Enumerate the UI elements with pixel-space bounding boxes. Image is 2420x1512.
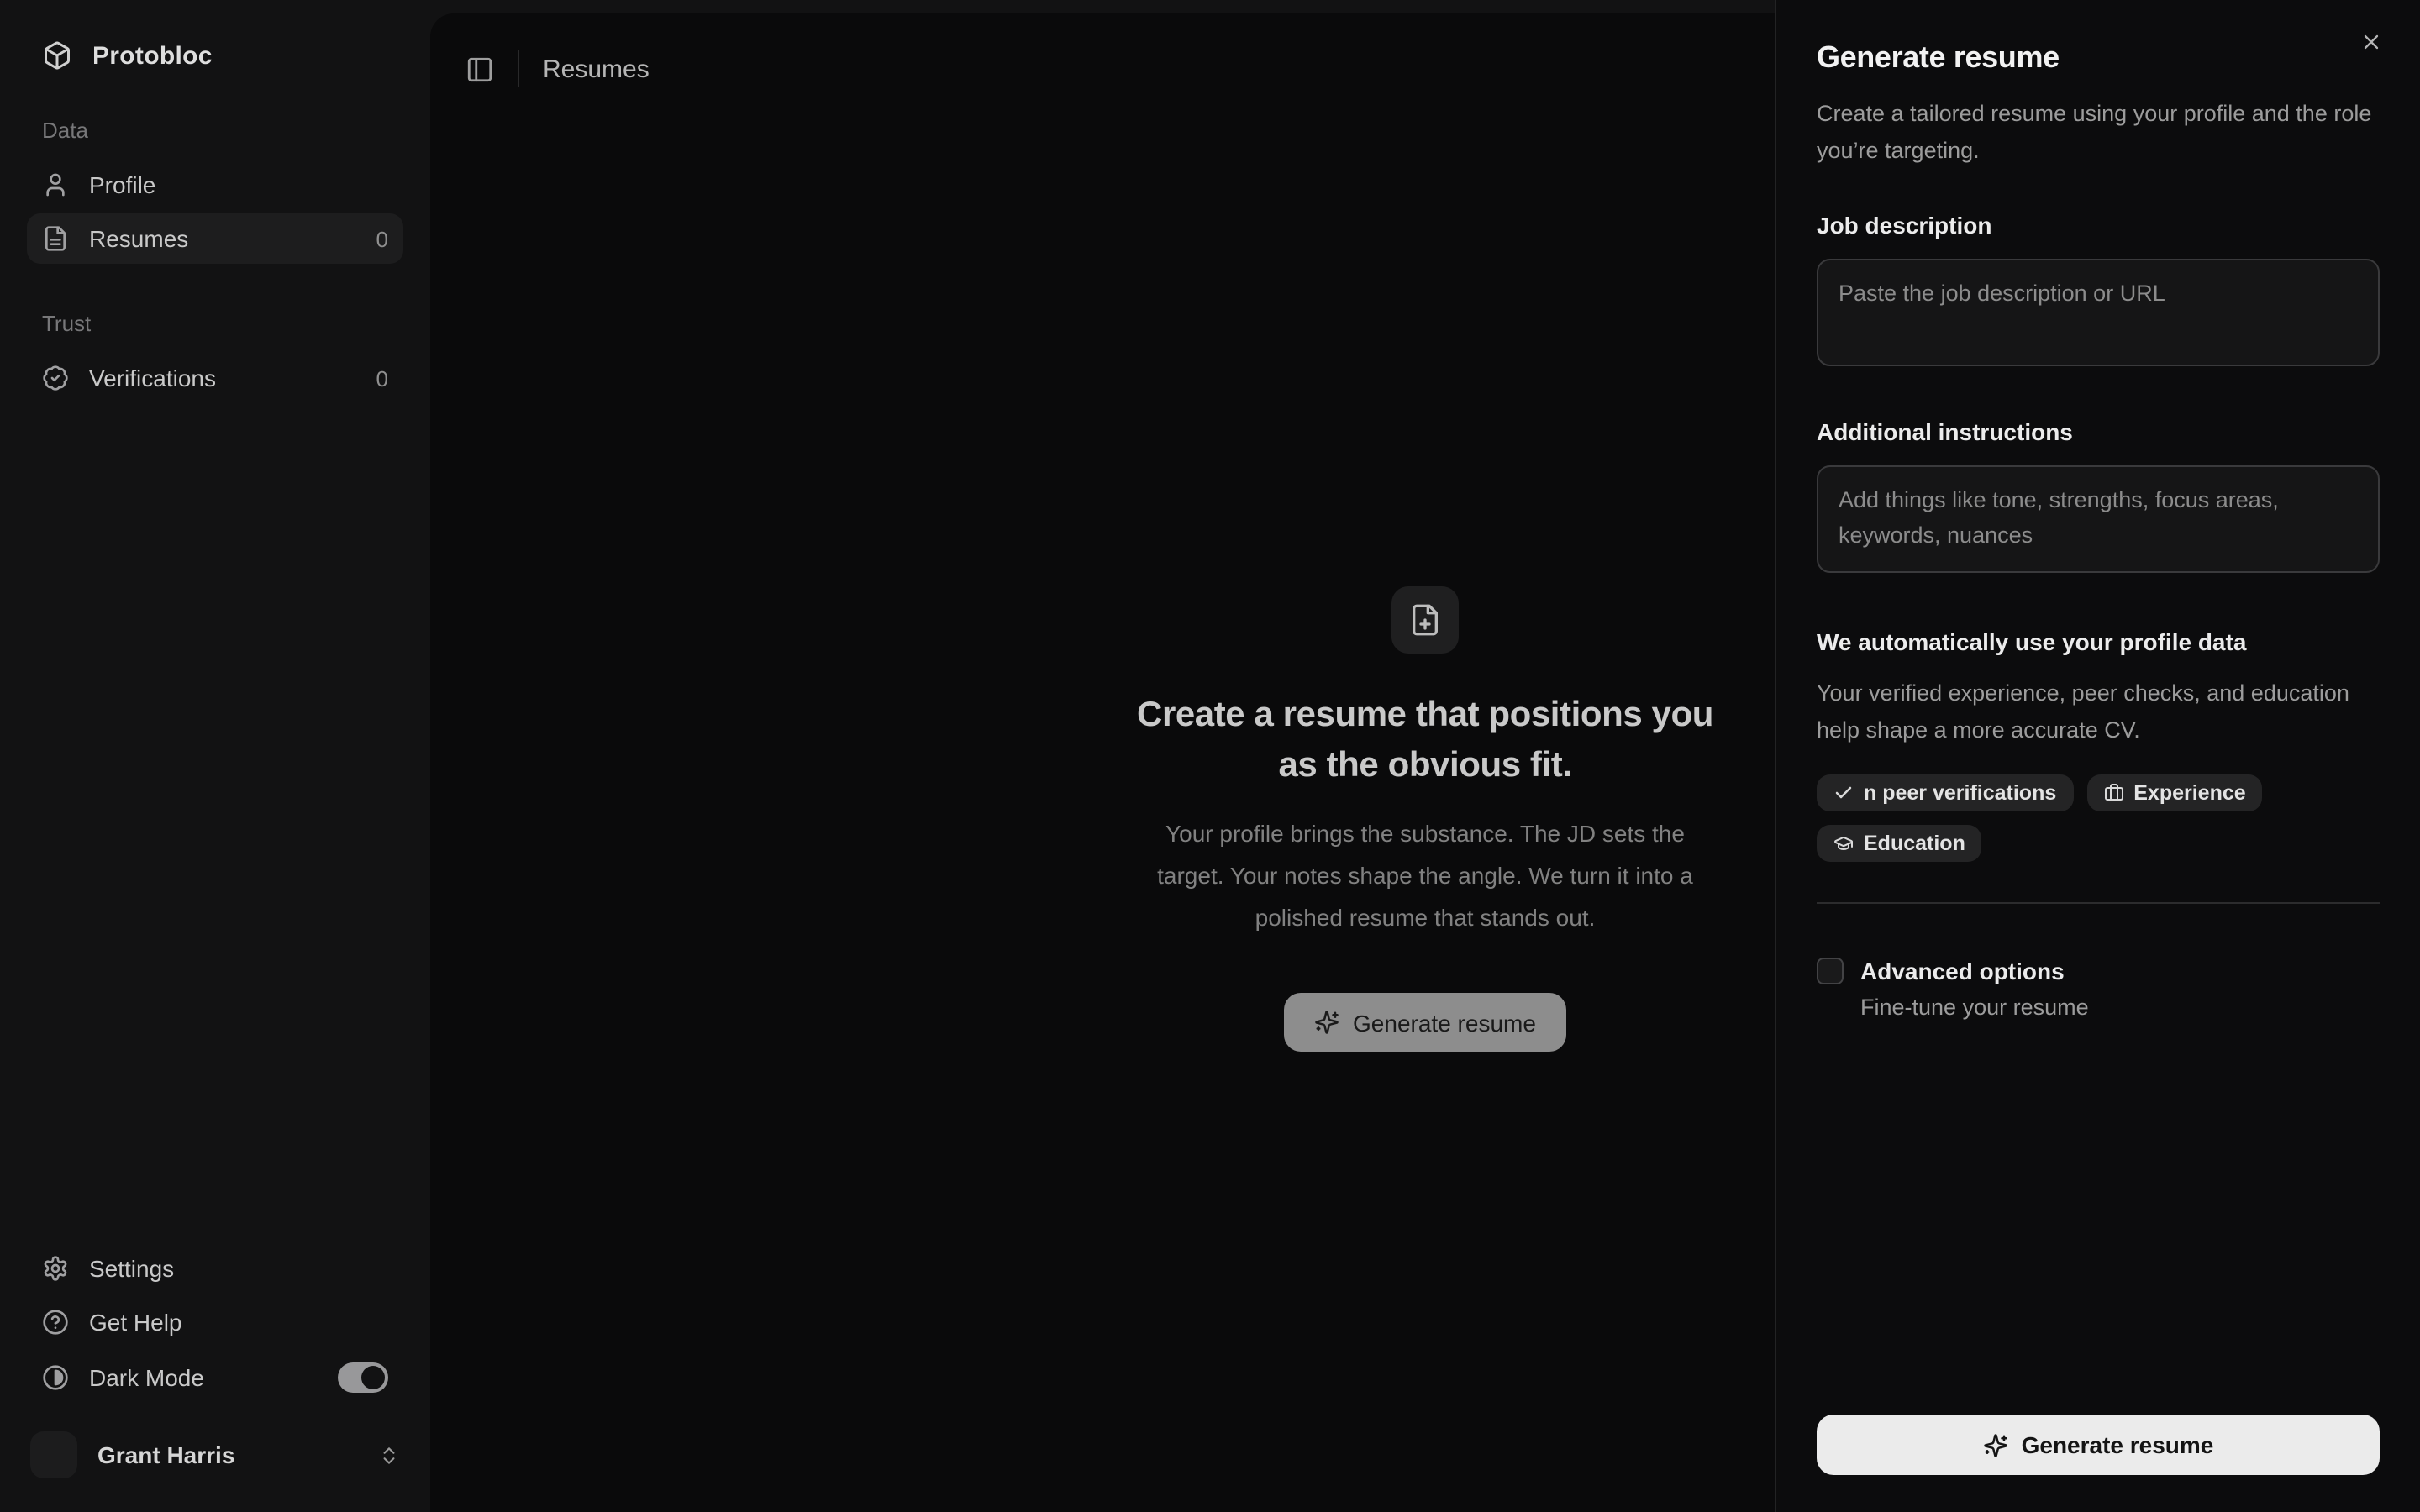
badge-peer-verifications: n peer verifications [1817,774,2073,811]
empty-state: Create a resume that positions you as th… [1089,586,1761,1053]
file-text-icon [42,225,69,252]
badge-label: Education [1864,831,1965,854]
check-icon [1833,782,1854,802]
brand-name: Protobloc [92,41,213,70]
sidebar-item-label: Settings [89,1255,174,1282]
generate-resume-button-label: Generate resume [1353,1010,1536,1037]
generate-resume-button[interactable]: Generate resume [1284,994,1566,1053]
panel-left-icon [466,55,494,83]
panel-generate-resume-button[interactable]: Generate resume [1817,1415,2380,1475]
job-description-label: Job description [1817,212,2380,239]
sidebar-item-label: Dark Mode [89,1364,204,1391]
badge-experience: Experience [2086,774,2262,811]
job-description-input[interactable] [1817,259,2380,366]
sidebar-item-label: Profile [89,171,155,198]
sidebar-item-resumes[interactable]: Resumes 0 [27,213,403,264]
verifications-count-badge: 0 [376,365,388,391]
user-icon [42,171,69,198]
empty-state-description: Your profile brings the substance. The J… [1139,813,1711,940]
sidebar-spacer [27,403,403,1243]
graduation-cap-icon [1833,832,1854,853]
panel-divider [1817,901,2380,903]
additional-instructions-input[interactable] [1817,465,2380,573]
panel-generate-resume-button-label: Generate resume [2022,1431,2214,1458]
app-window: Protobloc Data Profile Resumes 0 Trust V… [0,0,2420,1512]
chevrons-up-down-icon [378,1444,400,1466]
briefcase-icon [2103,782,2123,802]
header-divider [518,50,519,87]
additional-instructions-label: Additional instructions [1817,418,2380,445]
brand-row: Protobloc [27,40,403,71]
sparkles-icon [1983,1432,2008,1457]
sidebar-item-get-help[interactable]: Get Help [27,1297,403,1347]
advanced-options-row: Advanced options [1817,957,2380,984]
user-name: Grant Harris [97,1441,234,1468]
dark-mode-toggle[interactable] [338,1362,388,1393]
section-label-data: Data [42,118,388,143]
badge-education: Education [1817,824,1982,861]
close-icon [2360,30,2383,54]
file-plus-icon [1408,603,1442,637]
advanced-options-label: Advanced options [1860,957,2065,984]
empty-state-icon-container [1392,586,1459,654]
sidebar-item-settings[interactable]: Settings [27,1243,403,1294]
sidebar-item-verifications[interactable]: Verifications 0 [27,353,403,403]
profile-data-description: Your verified experience, peer checks, a… [1817,675,2380,750]
help-circle-icon [42,1309,69,1336]
sidebar-toggle-button[interactable] [466,55,494,83]
badge-label: n peer verifications [1864,780,2056,804]
box-logo-icon [42,40,72,71]
advanced-options-sublabel: Fine-tune your resume [1860,994,2380,1019]
empty-state-heading: Create a resume that positions you as th… [1129,690,1721,793]
badge-check-icon [42,365,69,391]
page-title: Resumes [543,55,650,83]
panel-subtitle: Create a tailored resume using your prof… [1817,96,2380,168]
gear-icon [42,1255,69,1282]
sidebar-item-label: Verifications [89,365,216,391]
sidebar-item-dark-mode[interactable]: Dark Mode [27,1351,403,1404]
sparkles-icon [1314,1011,1339,1036]
user-menu[interactable]: Grant Harris [27,1431,403,1478]
panel-close-button[interactable] [2356,27,2386,57]
sidebar: Protobloc Data Profile Resumes 0 Trust V… [0,0,430,1512]
resumes-count-badge: 0 [376,226,388,251]
section-label-trust: Trust [42,311,388,336]
sidebar-item-profile[interactable]: Profile [27,160,403,210]
contrast-icon [42,1364,69,1391]
generate-resume-panel: Generate resume Create a tailored resume… [1775,0,2420,1512]
profile-data-badges: n peer verifications Experience Educatio… [1817,774,2380,861]
badge-label: Experience [2133,780,2245,804]
panel-title: Generate resume [1817,40,2380,76]
toggle-knob [361,1366,385,1389]
advanced-options-section: Advanced options Fine-tune your resume [1817,957,2380,1019]
sidebar-item-label: Get Help [89,1309,182,1336]
profile-data-heading: We automatically use your profile data [1817,628,2380,655]
avatar [30,1431,77,1478]
sidebar-item-label: Resumes [89,225,188,252]
advanced-options-checkbox[interactable] [1817,957,1844,984]
